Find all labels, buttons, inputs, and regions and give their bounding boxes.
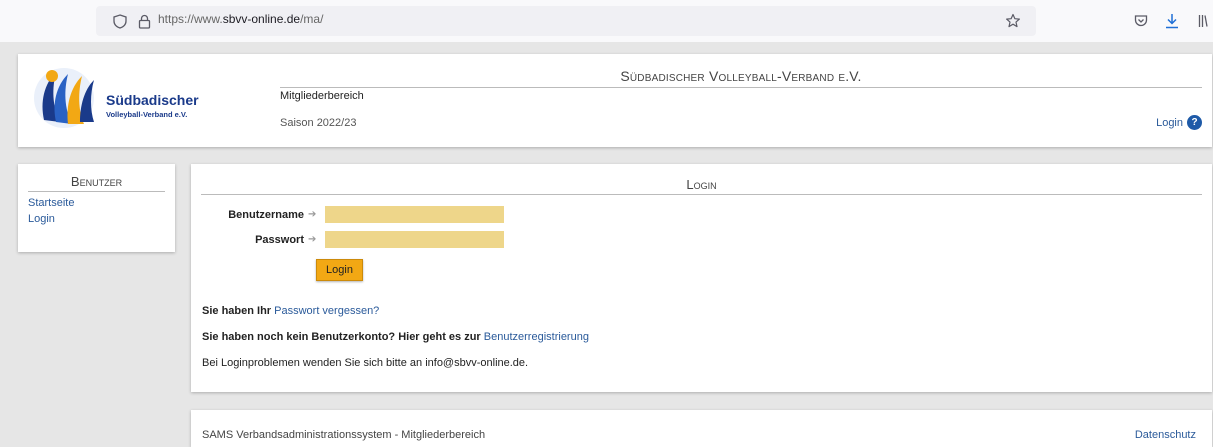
help-icon[interactable]: ? [1187, 115, 1202, 130]
arrow-right-icon: ➔ [308, 209, 317, 220]
page-title: Login [201, 177, 1202, 195]
forgot-password-link[interactable]: Passwort vergessen? [274, 305, 379, 317]
sidebar-title: Benutzer [28, 174, 165, 192]
url-path: /ma/ [300, 12, 324, 26]
sidebar: Benutzer Startseite Login [18, 164, 175, 252]
library-icon[interactable] [1196, 13, 1210, 29]
download-icon[interactable] [1163, 12, 1181, 30]
login-button[interactable]: Login [316, 259, 363, 281]
username-input[interactable] [325, 206, 504, 223]
header-login-label: Login [1156, 116, 1183, 129]
logo-subtext: Volleyball-Verband e.V. [106, 110, 188, 119]
star-icon[interactable] [1004, 12, 1022, 30]
register-link[interactable]: Benutzerregistrierung [484, 331, 589, 343]
area-label: Mitgliederbereich [280, 90, 364, 102]
footer: SAMS Verbandsadministrationssystem - Mit… [191, 410, 1212, 447]
password-input[interactable] [325, 231, 504, 248]
site-title: Südbadischer Volleyball-Verband e.V. [280, 68, 1202, 88]
shield-icon[interactable] [112, 13, 128, 29]
season-label: Saison 2022/23 [280, 117, 357, 129]
sbvv-logo[interactable]: Südbadischer Volleyball-Verband e.V. [30, 62, 200, 134]
username-label: Benutzername [228, 208, 304, 221]
lock-icon[interactable] [136, 13, 152, 29]
password-row: Passwort ➔ [191, 231, 504, 248]
password-label: Passwort [255, 233, 304, 246]
register-prefix: Sie haben noch kein Benutzerkonto? Hier … [202, 331, 481, 343]
footer-system-label: SAMS Verbandsadministrationssystem - Mit… [202, 429, 486, 441]
sidebar-item-startseite[interactable]: Startseite [28, 195, 165, 211]
browser-toolbar: https://www.sbvv-online.de/ma/ [0, 0, 1213, 42]
pocket-icon[interactable] [1133, 13, 1149, 29]
forgot-password-line: Sie haben Ihr Passwort vergessen? [202, 305, 379, 317]
sidebar-item-login[interactable]: Login [28, 211, 165, 227]
username-row: Benutzername ➔ [191, 206, 504, 223]
login-panel: Login Benutzername ➔ Passwort ➔ Login Si… [191, 164, 1212, 392]
register-line: Sie haben noch kein Benutzerkonto? Hier … [202, 331, 589, 343]
arrow-right-icon: ➔ [308, 234, 317, 245]
logo-text: Südbadischer [106, 92, 199, 108]
url-text[interactable]: https://www.sbvv-online.de/ma/ [158, 12, 323, 26]
forgot-prefix: Sie haben Ihr [202, 305, 272, 317]
url-domain: sbvv-online.de [222, 12, 301, 26]
site-header: Südbadischer Volleyball-Verband e.V. Süd… [18, 54, 1212, 147]
url-prefix: https://www. [158, 12, 223, 26]
header-login-link[interactable]: Login ? [1156, 115, 1202, 130]
logo-emblem-icon [34, 68, 94, 128]
login-problem-text: Bei Loginproblemen wenden Sie sich bitte… [202, 357, 529, 369]
privacy-link[interactable]: Datenschutz [1135, 429, 1196, 441]
